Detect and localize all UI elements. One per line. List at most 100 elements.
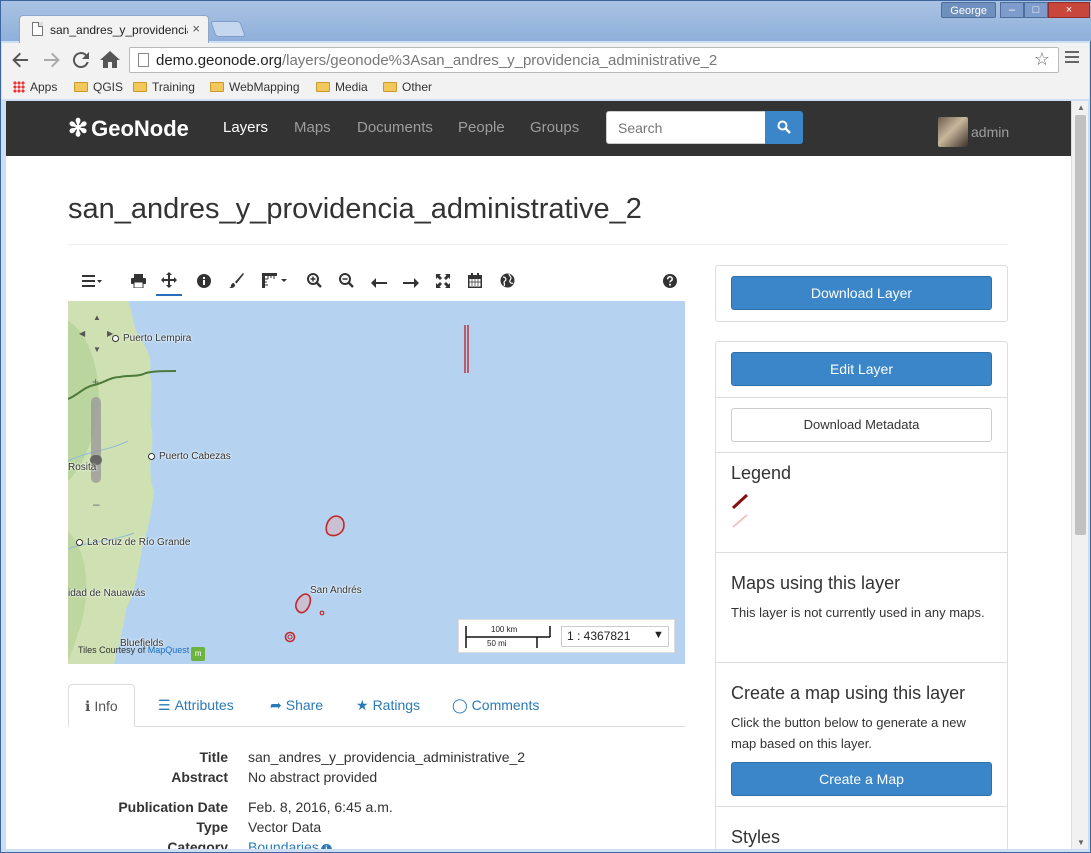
page-scrollbar[interactable]: ▲ ▼: [1071, 101, 1088, 849]
pan-north-icon[interactable]: ▲: [93, 313, 101, 322]
tab-info[interactable]: ℹ Info: [68, 684, 135, 727]
minimize-button[interactable]: –: [1000, 2, 1024, 18]
page-icon: [32, 22, 43, 36]
full-extent-button[interactable]: [433, 272, 453, 296]
measure-button[interactable]: [258, 272, 292, 296]
legend-section: Legend: [716, 452, 1007, 552]
download-layer-button[interactable]: Download Layer: [731, 276, 992, 310]
mapquest-link[interactable]: MapQuest: [148, 645, 190, 655]
close-window-button[interactable]: ×: [1048, 2, 1090, 18]
previous-extent-button[interactable]: [368, 272, 390, 296]
tab-attributes[interactable]: ☰ Attributes: [142, 684, 250, 727]
zoom-minus-control[interactable]: –: [93, 497, 100, 511]
user-menu-name[interactable]: admin: [971, 124, 1009, 140]
bookmark-qgis[interactable]: QGIS: [74, 80, 123, 94]
pan-west-icon[interactable]: ◀: [79, 329, 85, 338]
tab-comments[interactable]: ◯ Comments: [436, 684, 555, 727]
comment-icon: ◯: [452, 697, 468, 713]
avatar[interactable]: [938, 117, 968, 147]
page-icon: [138, 53, 149, 67]
info-title-label: Title: [199, 749, 228, 765]
search-button[interactable]: [765, 111, 803, 144]
bookmark-training[interactable]: Training: [133, 80, 195, 94]
page-title: san_andres_y_providencia_administrative_…: [68, 193, 642, 225]
nav-maps[interactable]: Maps: [294, 119, 331, 136]
category-link[interactable]: Boundaries: [248, 839, 319, 849]
info-category-value: Boundaries i: [248, 839, 332, 849]
home-icon: [100, 51, 120, 68]
arrow-right-icon: [403, 278, 419, 288]
bookmark-apps[interactable]: Apps: [13, 80, 57, 94]
apps-grid-icon: [13, 81, 25, 93]
scale-mi-label: 50 mi: [487, 639, 507, 648]
nav-people[interactable]: People: [458, 119, 505, 136]
browser-tab-active[interactable]: san_andres_y_providencia_ ×: [19, 15, 209, 43]
bookmark-star-icon[interactable]: ☆: [1034, 49, 1050, 70]
scrollbar-thumb[interactable]: [1075, 115, 1086, 535]
back-button[interactable]: [8, 48, 32, 72]
close-tab-icon[interactable]: ×: [192, 21, 200, 36]
forward-arrow-icon: [44, 52, 60, 68]
edit-layer-button[interactable]: Edit Layer: [731, 352, 992, 386]
pan-south-icon[interactable]: ▼: [93, 345, 101, 354]
download-metadata-button[interactable]: Download Metadata: [731, 408, 992, 442]
zoom-out-button[interactable]: [336, 272, 356, 296]
time-slider-button[interactable]: [465, 272, 485, 296]
create-map-text: Click the button below to generate a new…: [731, 715, 966, 751]
info-pubdate-value: Feb. 8, 2016, 6:45 a.m.: [248, 799, 393, 815]
new-tab-button[interactable]: [210, 21, 246, 37]
geonode-logo[interactable]: ✻ GeoNode: [68, 114, 189, 143]
next-extent-button[interactable]: [400, 272, 422, 296]
help-button[interactable]: [660, 272, 680, 296]
layers-menu-button[interactable]: [78, 272, 106, 296]
layer-feature-san-andres: [295, 593, 312, 614]
city-dot-icon: [112, 335, 119, 342]
info-icon[interactable]: i: [320, 844, 332, 849]
search-icon: [777, 120, 791, 134]
scroll-down-icon[interactable]: ▼: [1077, 838, 1085, 847]
search-input[interactable]: [606, 111, 766, 144]
zoom-in-button[interactable]: [304, 272, 324, 296]
folder-icon: [316, 82, 330, 92]
nav-layers[interactable]: Layers: [223, 119, 268, 136]
browser-tabstrip: san_andres_y_providencia_ × George – □ ×: [1, 1, 1091, 43]
pan-move-icon: [161, 272, 177, 288]
bookmark-other[interactable]: Other: [383, 80, 432, 94]
styles-section: Styles: [716, 806, 1007, 849]
globe-button[interactable]: [497, 272, 517, 296]
tab-ratings[interactable]: ★ Ratings: [340, 684, 436, 727]
layer-feature-island-1: [325, 515, 345, 537]
pan-tool-button[interactable]: [156, 272, 182, 296]
reload-button[interactable]: [69, 48, 93, 72]
menu-icon: [82, 275, 102, 287]
home-button[interactable]: [98, 48, 122, 72]
browser-tab-title: san_andres_y_providencia_: [50, 23, 188, 37]
bookmarks-bar: Apps QGIS Training WebMapping Media Othe…: [2, 77, 1089, 99]
url-text[interactable]: demo.geonode.org/layers/geonode%3Asan_an…: [156, 52, 717, 69]
browser-menu-icon[interactable]: [1065, 51, 1079, 66]
layer-actions-panel: Edit Layer Download Metadata Legend Maps…: [715, 341, 1008, 849]
nav-groups[interactable]: Groups: [530, 119, 579, 136]
layer-feature-cay: [284, 631, 296, 643]
profile-chip[interactable]: George: [941, 2, 996, 18]
zoom-plus-control[interactable]: +: [92, 375, 99, 389]
arrow-left-icon: [371, 278, 387, 288]
map-viewer[interactable]: ▲ ◀ ▶ ▼ + – Puerto Lempira Puerto Cabeza…: [68, 301, 685, 664]
identify-button[interactable]: [194, 272, 214, 296]
globe-icon: [500, 273, 514, 288]
scale-km-label: 100 km: [491, 625, 518, 634]
maximize-button[interactable]: □: [1024, 2, 1048, 18]
bookmark-media[interactable]: Media: [316, 80, 368, 94]
tab-share[interactable]: ➦ Share: [254, 684, 339, 727]
print-button[interactable]: [128, 272, 148, 296]
create-map-button[interactable]: Create a Map: [731, 762, 992, 796]
folder-icon: [383, 82, 397, 92]
nav-documents[interactable]: Documents: [357, 119, 433, 136]
chevron-down-icon[interactable]: ▼: [653, 629, 664, 641]
scroll-up-icon[interactable]: ▲: [1077, 103, 1085, 112]
bookmark-webmapping[interactable]: WebMapping: [210, 80, 300, 94]
forward-button[interactable]: [40, 48, 64, 72]
style-button[interactable]: [226, 272, 246, 296]
place-label: La Cruz de Río Grande: [76, 537, 190, 548]
address-bar[interactable]: demo.geonode.org/layers/geonode%3Asan_an…: [129, 47, 1059, 73]
